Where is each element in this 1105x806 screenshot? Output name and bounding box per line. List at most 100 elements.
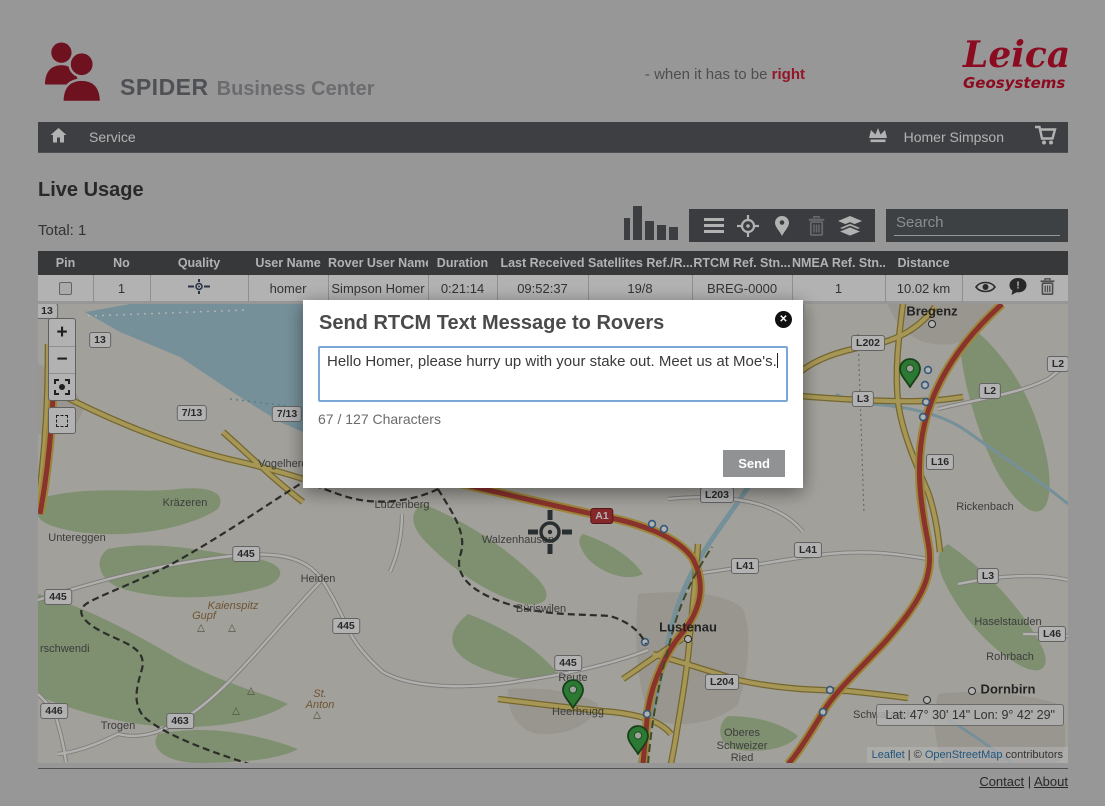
brand-tagline: - when it has to be right [645, 66, 805, 83]
zoom-out-button[interactable]: − [49, 346, 75, 373]
app-header: SPIDERBusiness Center - when it has to b… [0, 0, 1105, 122]
leica-wordmark: Leica [963, 36, 1063, 74]
home-icon[interactable] [50, 128, 67, 146]
col-user-name: User Name [248, 251, 328, 275]
peak-icon: △ [313, 710, 321, 721]
message-textarea[interactable]: Hello Homer, please hurry up with your s… [318, 346, 788, 402]
col-satellites: Satellites Ref./R... [588, 251, 692, 275]
trash-icon[interactable] [799, 209, 833, 242]
close-icon[interactable]: ✕ [775, 311, 792, 328]
map-crosshair-icon [528, 510, 572, 554]
layers-icon[interactable] [833, 209, 867, 242]
road-badge: L3 [852, 391, 874, 407]
road-badge: 7/13 [177, 405, 207, 421]
col-pin: Pin [38, 251, 93, 275]
center-extent-button[interactable] [49, 373, 75, 400]
zoom-control: + − [48, 318, 76, 401]
leaflet-link[interactable]: Leaflet [872, 749, 905, 761]
box-select-icon [56, 415, 68, 427]
box-select-button[interactable] [48, 407, 76, 434]
text-caret [777, 353, 778, 368]
map-label: Rickenbach [956, 501, 1013, 513]
cell-no: 1 [93, 275, 150, 301]
rover-marker-icon[interactable] [562, 679, 584, 709]
map-label: Heiden [301, 573, 336, 585]
road-badge: L41 [794, 542, 822, 558]
zoom-in-button[interactable]: + [49, 319, 75, 346]
delete-row-trash-icon[interactable] [1040, 278, 1055, 298]
leica-logo: Leica Geosystems [963, 36, 1063, 92]
map-label: Lustenau [659, 620, 717, 635]
main-nav: Service Homer Simpson [38, 122, 1068, 153]
map-label: Bregenz [906, 304, 957, 319]
road-badge: L2 [979, 383, 1001, 399]
nav-item-service[interactable]: Service [89, 129, 136, 145]
contact-link[interactable]: Contact [979, 774, 1024, 789]
road-badge: 445 [554, 655, 582, 671]
cell-last-received: 09:52:37 [497, 275, 588, 301]
road-badge: L41 [731, 558, 759, 574]
road-badge: L16 [926, 454, 954, 470]
peak-icon: △ [228, 623, 236, 634]
town-circle [684, 635, 692, 643]
send-rtcm-modal: Send RTCM Text Message to Rovers ✕ Hello… [303, 300, 803, 488]
col-rover-user-name: Rover User Name [328, 251, 428, 275]
town-circle [968, 687, 976, 695]
menu-icon[interactable] [697, 209, 731, 242]
table-header-row: Pin No Quality User Name Rover User Name… [38, 251, 1068, 275]
map-toolbar [689, 209, 875, 242]
quality-crosshair-icon [188, 282, 210, 297]
rover-marker-icon[interactable] [899, 358, 921, 388]
col-last-received: Last Received [497, 251, 588, 275]
road-badge: L2 [1047, 356, 1068, 372]
road-badge: 13 [89, 332, 111, 348]
leica-sub-wordmark: Geosystems [963, 74, 1063, 92]
map-label: rschwendi [40, 643, 90, 655]
road-badge: L3 [977, 568, 999, 584]
shopping-cart-icon[interactable] [1034, 125, 1058, 149]
col-nmea: NMEA Ref. Stn... [792, 251, 885, 275]
spider-people-logo-icon [44, 40, 102, 107]
map-label: Oberes [724, 727, 760, 739]
user-name[interactable]: Homer Simpson [904, 129, 1004, 145]
col-duration: Duration [428, 251, 497, 275]
cell-nmea: 1 [792, 275, 885, 301]
coordinates-readout: Lat: 47° 30' 14" Lon: 9° 42' 29" [876, 704, 1064, 726]
page-title: Live Usage [38, 179, 1105, 202]
map-label: Kräzeren [163, 497, 208, 509]
road-badge: 445 [44, 589, 72, 605]
message-text: Hello Homer, please hurry up with your s… [327, 353, 777, 370]
bar-chart-icon[interactable] [624, 206, 678, 242]
character-count: 67 / 127 Characters [318, 411, 788, 427]
rover-marker-icon[interactable] [627, 725, 649, 755]
col-quality: Quality [150, 251, 248, 275]
message-bubble-icon[interactable]: ! [1009, 278, 1027, 299]
road-badge: 445 [232, 546, 260, 562]
town-circle [923, 696, 931, 704]
search-input[interactable] [886, 209, 1068, 242]
cell-satellites: 19/8 [588, 275, 692, 301]
road-badge: 7/13 [272, 406, 302, 422]
road-badge: L46 [1038, 626, 1066, 642]
crown-icon [868, 127, 888, 147]
eye-icon[interactable] [975, 280, 996, 297]
send-button[interactable]: Send [723, 450, 785, 477]
map-pin-icon[interactable] [765, 209, 799, 242]
map-label: Trogen [101, 720, 135, 732]
footer-separator: | [1024, 774, 1034, 789]
col-actions [962, 251, 1068, 275]
cell-duration: 0:21:14 [428, 275, 497, 301]
peak-icon: △ [232, 706, 240, 717]
road-badge: 445 [332, 618, 360, 634]
map-label: Ried [731, 752, 754, 763]
map-label: Büriswilen [516, 603, 566, 615]
road-badge: A1 [590, 508, 613, 524]
target-icon[interactable] [731, 209, 765, 242]
total-count: Total: 1 [38, 222, 86, 242]
osm-link[interactable]: OpenStreetMap [925, 749, 1003, 761]
row-pin-checkbox[interactable] [59, 282, 72, 295]
map-label: Gupf [192, 610, 216, 622]
about-link[interactable]: About [1034, 774, 1068, 789]
search-underline [894, 235, 1060, 236]
cell-distance: 10.02 km [885, 275, 962, 301]
